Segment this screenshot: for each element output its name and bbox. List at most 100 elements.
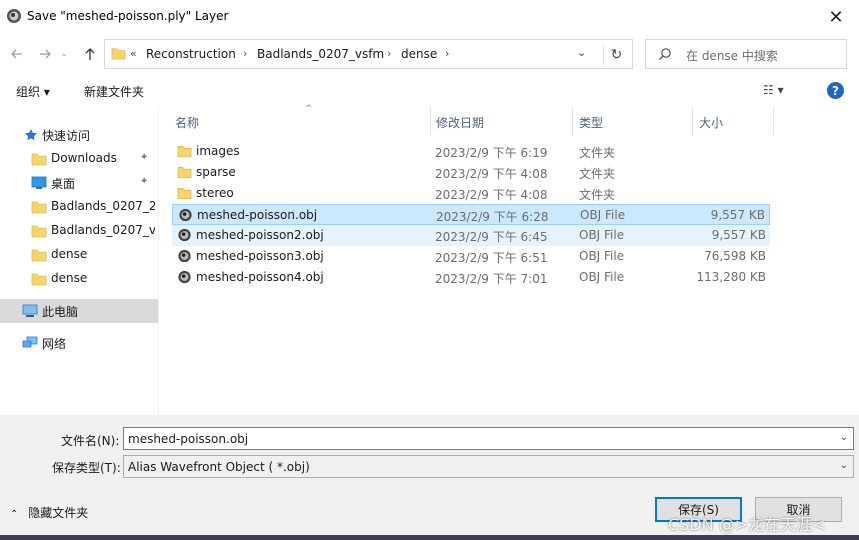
- filetype-label: 保存类型(T):: [52, 461, 121, 475]
- taskbar-edge: [0, 535, 859, 540]
- file-type: OBJ File: [579, 249, 625, 263]
- folder-icon: [177, 167, 192, 178]
- sidebar-item-label: 桌面: [51, 177, 76, 191]
- breadcrumb-separator[interactable]: ›: [387, 47, 391, 60]
- file-name: meshed-poisson2.obj: [196, 228, 324, 242]
- file-date: 2023/2/9 下午 4:08: [435, 167, 548, 181]
- organize-menu[interactable]: 组织 ▾: [16, 83, 50, 100]
- desktop-icon: [31, 176, 47, 189]
- sidebar-item-network[interactable]: 网络: [0, 331, 158, 355]
- sidebar-item-label: 此电脑: [42, 305, 79, 319]
- pin-icon: ✦: [140, 152, 149, 163]
- arrow-left-icon: [11, 49, 22, 59]
- breadcrumb-separator[interactable]: ›: [445, 47, 449, 60]
- file-type: OBJ File: [579, 270, 625, 284]
- column-header-type[interactable]: 类型: [573, 107, 693, 135]
- recent-locations-dropdown[interactable]: ⌄: [57, 42, 71, 66]
- filename-value: meshed-poisson.obj: [128, 432, 249, 446]
- help-icon[interactable]: ?: [827, 82, 844, 99]
- chevron-down-icon[interactable]: ⌄: [840, 432, 848, 443]
- window-title: Save "meshed-poisson.ply" Layer: [27, 9, 229, 23]
- file-size: 76,598 KB: [704, 249, 766, 263]
- folder-icon: [111, 48, 126, 60]
- file-date: 2023/2/9 下午 6:51: [435, 251, 548, 265]
- meshlab-file-icon: [179, 208, 192, 222]
- file-row-meshed-poisson[interactable]: meshed-poisson.obj 2023/2/9 下午 6:28 OBJ …: [172, 204, 770, 225]
- sidebar-item-downloads[interactable]: Downloads ✦: [0, 147, 158, 171]
- watermark: CSDN @>龙在天涯<: [668, 515, 826, 534]
- folder-icon: [31, 153, 47, 166]
- chevron-down-icon[interactable]: ⌄: [577, 46, 586, 59]
- filetype-select[interactable]: Alias Wavefront Object ( *.obj) ⌄: [123, 455, 854, 478]
- address-overflow[interactable]: «: [130, 47, 137, 60]
- file-type: OBJ File: [580, 208, 626, 222]
- filetype-value: Alias Wavefront Object ( *.obj): [128, 460, 310, 474]
- file-type: 文件夹: [579, 146, 616, 160]
- column-header-name[interactable]: 名称 ^: [169, 104, 431, 135]
- meshlab-app-icon: [7, 9, 21, 23]
- save-options-panel: 文件名(N): meshed-poisson.obj ⌄ 保存类型(T): Al…: [0, 415, 859, 540]
- up-button[interactable]: [78, 42, 102, 66]
- file-type: 文件夹: [579, 167, 616, 181]
- sidebar-item-badlands-20[interactable]: Badlands_0207_20: [0, 195, 158, 219]
- file-list: 名称 ^ 修改日期 类型 大小 images 2023/2/9 下午 6:19 …: [160, 104, 859, 415]
- search-input[interactable]: 在 dense 中搜索: [645, 39, 847, 69]
- column-header-label: 名称: [175, 116, 200, 130]
- file-row-meshed-poisson3[interactable]: meshed-poisson3.obj 2023/2/9 下午 6:51 OBJ…: [172, 246, 770, 267]
- navigation-pane: 快速访问 Downloads ✦ 桌面 ✦ Badlands_0207_20 B…: [0, 107, 158, 415]
- sidebar-item-this-pc[interactable]: 此电脑: [0, 299, 158, 323]
- file-row-stereo[interactable]: stereo 2023/2/9 下午 4:08 文件夹: [172, 183, 770, 204]
- hide-folders-toggle[interactable]: ⌃ 隐藏文件夹: [10, 504, 88, 521]
- folder-icon: [177, 188, 192, 199]
- view-options-button[interactable]: ☷ ▾: [763, 83, 784, 97]
- sidebar-item-label: Badlands_0207_vs: [51, 223, 155, 237]
- file-name: meshed-poisson.obj: [197, 208, 318, 222]
- file-size: 9,557 KB: [710, 208, 765, 222]
- sidebar-item-quick-access[interactable]: 快速访问: [0, 123, 158, 147]
- breadcrumb-reconstruction[interactable]: Reconstruction: [146, 47, 236, 61]
- file-date: 2023/2/9 下午 4:08: [435, 188, 548, 202]
- sidebar-item-label: 网络: [42, 337, 67, 351]
- column-header-label: 修改日期: [436, 116, 485, 130]
- breadcrumb-dense[interactable]: dense: [401, 47, 437, 61]
- sidebar-item-label: 快速访问: [42, 129, 91, 143]
- star-icon: [25, 129, 37, 141]
- close-button[interactable]: ✕: [813, 0, 859, 34]
- file-name: meshed-poisson4.obj: [196, 270, 324, 284]
- folder-icon: [31, 225, 47, 238]
- file-row-meshed-poisson2[interactable]: meshed-poisson2.obj 2023/2/9 下午 6:45 OBJ…: [172, 225, 770, 246]
- file-date: 2023/2/9 下午 6:28: [436, 210, 549, 224]
- folder-icon: [31, 249, 47, 262]
- forward-button[interactable]: [33, 42, 57, 66]
- hide-folders-label: 隐藏文件夹: [28, 506, 89, 520]
- address-bar[interactable]: « Reconstruction › Badlands_0207_vsfm › …: [104, 39, 633, 69]
- chevron-down-icon[interactable]: ⌄: [840, 460, 848, 471]
- file-row-sparse[interactable]: sparse 2023/2/9 下午 4:08 文件夹: [172, 162, 770, 183]
- title-bar: Save "meshed-poisson.ply" Layer ✕: [0, 0, 859, 34]
- search-icon: [659, 48, 671, 60]
- breadcrumb-badlands[interactable]: Badlands_0207_vsfm: [257, 47, 384, 61]
- column-header-date[interactable]: 修改日期: [430, 107, 573, 135]
- column-header-size[interactable]: 大小: [693, 107, 774, 135]
- new-folder-button[interactable]: 新建文件夹: [84, 83, 144, 100]
- chevron-up-icon: ⌃: [10, 509, 19, 520]
- filename-field[interactable]: meshed-poisson.obj ⌄: [123, 427, 854, 450]
- command-bar: 组织 ▾ 新建文件夹 ☷ ▾ ?: [0, 74, 859, 106]
- file-date: 2023/2/9 下午 6:45: [435, 230, 548, 244]
- breadcrumb-separator[interactable]: ›: [243, 47, 247, 60]
- pin-icon: ✦: [140, 176, 149, 187]
- file-date: 2023/2/9 下午 7:01: [435, 272, 548, 286]
- file-row-meshed-poisson4[interactable]: meshed-poisson4.obj 2023/2/9 下午 7:01 OBJ…: [172, 267, 770, 288]
- pane-divider[interactable]: [158, 107, 159, 415]
- sidebar-item-dense[interactable]: dense: [0, 243, 158, 267]
- refresh-button[interactable]: ↻: [603, 44, 629, 66]
- sidebar-item-dense-2[interactable]: dense: [0, 267, 158, 291]
- network-icon: [22, 336, 38, 348]
- file-row-images[interactable]: images 2023/2/9 下午 6:19 文件夹: [172, 141, 770, 162]
- back-button[interactable]: [5, 42, 29, 66]
- file-size: 9,557 KB: [711, 228, 766, 242]
- sidebar-item-badlands-vs[interactable]: Badlands_0207_vs: [0, 219, 158, 243]
- sidebar-item-label: Badlands_0207_20: [51, 199, 155, 213]
- sidebar-item-desktop[interactable]: 桌面 ✦: [0, 171, 158, 195]
- arrow-right-icon: [40, 49, 51, 59]
